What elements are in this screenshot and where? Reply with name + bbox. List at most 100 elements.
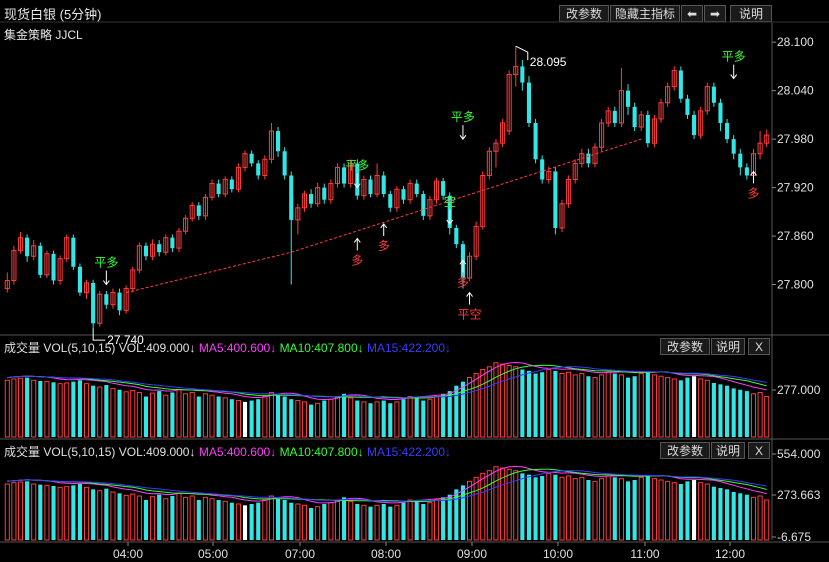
vol1-value: VOL:409.000↓ — [118, 341, 196, 355]
candle-body-up — [486, 150, 492, 176]
candle-body-up — [506, 74, 512, 132]
vol2-volume-bar — [572, 478, 578, 541]
candle-body-down — [289, 175, 294, 220]
candle-body-up — [183, 217, 189, 232]
vol2-volume-bar — [295, 503, 301, 541]
candle-body-up — [651, 118, 657, 144]
vol1-ma-line — [7, 364, 767, 399]
candle-body-up — [698, 110, 704, 136]
vol2-volume-bar — [414, 501, 419, 540]
vol1-volume-bar — [143, 396, 149, 437]
high-marker — [515, 45, 529, 61]
chart-canvas: 28.100 28.040 27.980 27.920 27.860 27.800 28.0… — [0, 21, 829, 561]
vol2-volume-bar — [17, 481, 24, 541]
vol1-volume-bar — [235, 400, 241, 438]
vol1-volume-bar — [136, 391, 142, 438]
vol2-volume-bar — [235, 503, 241, 541]
candle-body-up — [4, 279, 10, 290]
hide-main-indicator-button[interactable]: 隐藏主指标 — [610, 5, 680, 22]
vol1-volume-bar — [513, 366, 519, 438]
strategy-label: 集金策略 JJCL — [4, 28, 83, 42]
vol1-volume-bar — [256, 399, 261, 437]
vol2-volume-bar — [454, 489, 459, 540]
candle-body-down — [143, 245, 149, 257]
vol2-close-icon[interactable]: X — [748, 442, 770, 459]
vol1-volume-bar — [493, 362, 499, 438]
candle-body-up — [572, 162, 578, 181]
candle-body-up — [592, 146, 598, 164]
candle-body-up — [704, 86, 710, 112]
vol2-ma-line — [7, 468, 767, 502]
vol1-volume-bar — [262, 396, 268, 438]
vol2-volume-bar — [289, 502, 294, 540]
candle-body-up — [31, 245, 37, 257]
vol2-volume-bar — [97, 490, 103, 541]
vol2-volume-bar — [83, 486, 90, 541]
vol1-ma10: MA10:407.800↓ — [279, 341, 364, 355]
y-tick-label: 27.860 — [777, 229, 814, 243]
candle-body-up — [301, 193, 308, 209]
candle-body-up — [566, 179, 572, 205]
vol1-help-button[interactable]: 说明 — [711, 338, 745, 355]
candle-body-down — [229, 179, 234, 190]
candle-body-up — [262, 158, 268, 176]
vol1-volume-bar — [97, 386, 103, 438]
vol1-volume-bar — [315, 402, 321, 438]
arrow-left-icon[interactable]: ⬅ — [681, 5, 703, 22]
vol1-close-icon[interactable]: X — [748, 338, 770, 355]
vol1-volume-bar — [104, 385, 109, 437]
vol2-header: 成交量 VOL(5,10,15) VOL:409.000↓ MA5:400.60… — [4, 443, 451, 460]
candle-body-down — [738, 153, 743, 168]
candle-body-up — [361, 179, 367, 197]
candle-body-down — [91, 282, 96, 324]
candle-body-down — [401, 189, 406, 200]
vol1-volume-bar — [170, 392, 175, 437]
vol2-ma15: MA15:422.200↓ — [366, 445, 452, 459]
vol1-params-button[interactable]: 改参数 — [660, 338, 710, 355]
signal-arrow-head — [459, 134, 467, 141]
vol1-volume-bar — [725, 385, 730, 437]
edit-params-button[interactable]: 改参数 — [559, 5, 609, 22]
vol2-volume-bar — [388, 506, 393, 540]
vol1-volume-bar — [566, 371, 572, 438]
candle-body-down — [117, 292, 122, 311]
vol1-volume-bar — [289, 399, 294, 437]
candle-body-up — [17, 237, 24, 252]
vol2-help-button[interactable]: 说明 — [711, 442, 745, 459]
candle-body-up — [242, 153, 248, 168]
candle-body-up — [189, 204, 195, 219]
vol2-volume-bar — [618, 478, 624, 541]
vol2-volume-bar — [711, 486, 716, 540]
candle-body-up — [11, 250, 17, 281]
candle-body-up — [176, 230, 182, 249]
candle-body-down — [275, 131, 281, 152]
vol2-label: 成交量 — [4, 445, 41, 459]
candle-body-down — [586, 153, 591, 164]
candle-body-down — [216, 183, 221, 195]
candle-body-up — [328, 183, 334, 201]
candle-body-down — [282, 151, 287, 176]
vol2-volume-bar — [757, 495, 763, 541]
vol1-volume-bar — [38, 380, 43, 437]
vol1-volume-bar — [718, 384, 723, 437]
vol1-volume-bar — [394, 401, 400, 438]
vol1-volume-bar — [454, 385, 459, 437]
vol2-volume-bar — [671, 482, 677, 541]
vol2-volume-bar — [447, 494, 452, 540]
vol2-volume-bar — [64, 486, 70, 541]
arrow-right-icon[interactable]: ➡ — [704, 5, 726, 22]
vol2-volume-bar — [566, 475, 572, 541]
vol2-params-button[interactable]: 改参数 — [660, 442, 710, 459]
vol2-volume-bar — [342, 497, 347, 540]
vol1-volume-bar — [268, 391, 274, 438]
vol2-volume-bar — [374, 504, 380, 541]
y-tick-label: 27.980 — [777, 132, 814, 146]
vol1-volume-bar — [51, 382, 56, 437]
vol1-ma15: MA15:422.200↓ — [366, 341, 452, 355]
vol1-volume-bar — [711, 383, 716, 437]
vol2-volume-bar — [25, 481, 30, 540]
signal-label: 多 — [457, 275, 469, 289]
candle-body-down — [625, 90, 631, 107]
help-button[interactable]: 说明 — [730, 5, 772, 22]
signal-arrow-head — [459, 259, 467, 265]
